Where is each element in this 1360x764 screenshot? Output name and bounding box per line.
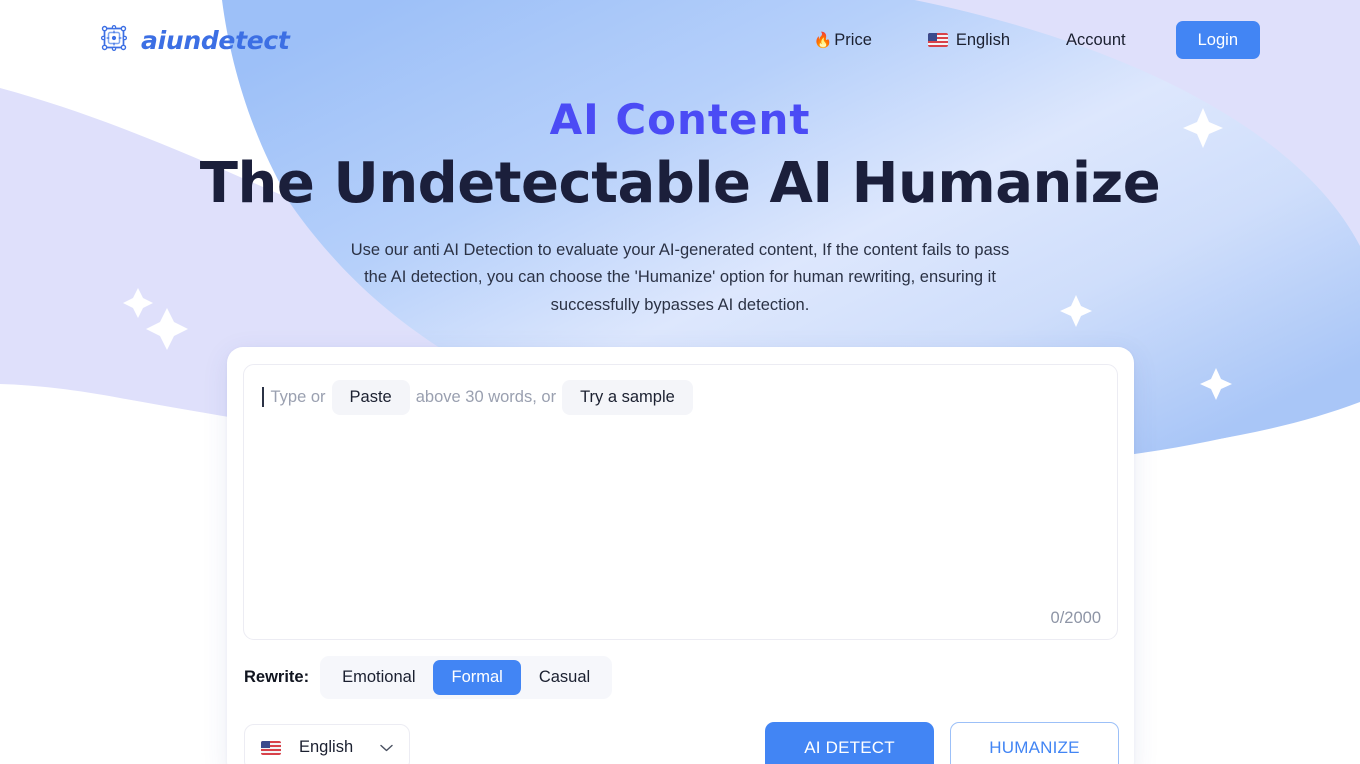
editor-placeholder: Type or Paste above 30 words, or Try a s… [262, 380, 699, 415]
tool-card: Type or Paste above 30 words, or Try a s… [227, 347, 1134, 764]
brand-logo[interactable]: aiundetect [96, 20, 290, 61]
hero-subtitle: Use our anti AI Detection to evaluate yo… [350, 240, 1010, 314]
paste-button[interactable]: Paste [331, 380, 410, 415]
language-select[interactable]: English [244, 724, 410, 764]
chip-icon [96, 20, 132, 61]
hero-section: AI Content The Undetectable AI Humanize … [0, 95, 1360, 319]
nav-item-account[interactable]: Account [1038, 31, 1154, 50]
language-select-value: English [299, 738, 354, 756]
nav-item-language[interactable]: English [900, 31, 1038, 50]
flame-icon: 🔥 [813, 32, 833, 49]
nav-item-price[interactable]: 🔥 Price [786, 31, 900, 50]
hero-eyebrow: AI Content [549, 95, 811, 144]
main-nav: 🔥 Price English Account Login [786, 20, 1260, 60]
text-caret [262, 387, 264, 408]
rewrite-option-emotional[interactable]: Emotional [324, 660, 433, 695]
nav-item-account-label: Account [1066, 30, 1126, 49]
action-buttons: AI DETECT HUMANIZE [765, 721, 1119, 764]
try-sample-button[interactable]: Try a sample [562, 380, 693, 415]
us-flag-icon [927, 33, 948, 47]
rewrite-option-casual[interactable]: Casual [521, 660, 608, 695]
rewrite-row: Rewrite: Emotional Formal Casual [244, 656, 1118, 699]
brand-name: aiundetect [141, 25, 290, 55]
placeholder-middle: above 30 words, or [415, 387, 557, 406]
rewrite-option-formal[interactable]: Formal [433, 660, 521, 695]
text-editor[interactable]: Type or Paste above 30 words, or Try a s… [243, 364, 1118, 640]
card-footer: English AI DETECT HUMANIZE [244, 721, 1119, 764]
login-button[interactable]: Login [1175, 20, 1260, 60]
placeholder-prefix: Type or [270, 387, 326, 406]
nav-item-price-label: Price [834, 30, 872, 49]
humanize-button[interactable]: HUMANIZE [950, 721, 1119, 764]
character-counter: 0/2000 [1050, 609, 1101, 627]
chevron-down-icon [380, 742, 393, 754]
ai-detect-button[interactable]: AI DETECT [765, 721, 934, 764]
us-flag-icon [261, 740, 281, 755]
rewrite-option-group: Emotional Formal Casual [320, 656, 613, 699]
nav-item-language-label: English [955, 30, 1010, 49]
page-title: The Undetectable AI Humanize [199, 151, 1161, 217]
rewrite-label: Rewrite: [244, 667, 310, 686]
page-root: aiundetect 🔥 Price English Account Login… [0, 0, 1360, 764]
site-header: aiundetect 🔥 Price English Account Login [0, 0, 1360, 80]
